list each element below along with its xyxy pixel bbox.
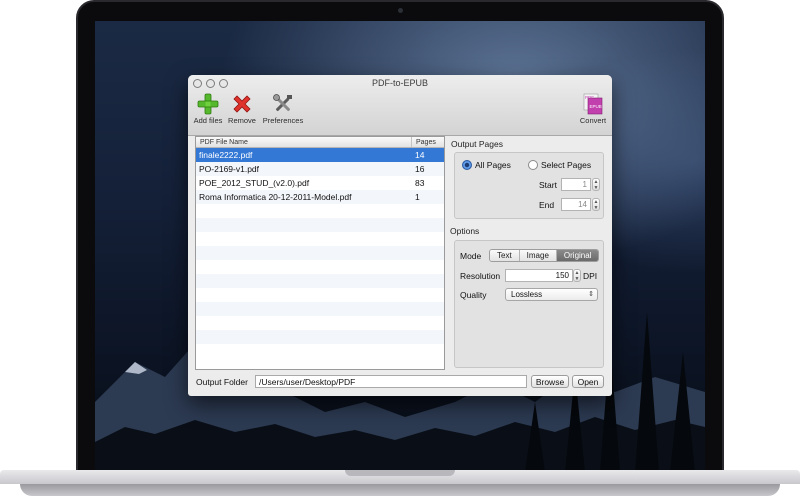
end-page-input[interactable]: 14: [561, 198, 591, 211]
all-pages-label: All Pages: [475, 160, 511, 170]
mode-image-segment[interactable]: Image: [519, 250, 557, 261]
plus-icon: [197, 93, 219, 115]
remove-label: Remove: [228, 116, 256, 125]
remove-button[interactable]: Remove: [227, 93, 257, 125]
output-pages-group: All Pages Select Pages Start 1 ▲ ▼ End 14…: [454, 152, 604, 219]
empty-table-row: [196, 316, 444, 330]
column-header-pages[interactable]: Pages: [412, 137, 444, 147]
table-row[interactable]: finale2222.pdf 14: [196, 148, 444, 162]
empty-table-row: [196, 302, 444, 316]
empty-table-row: [196, 246, 444, 260]
options-group: Mode Text Image Original Resolution 150 …: [454, 240, 604, 368]
options-heading: Options: [450, 226, 480, 236]
end-label: End: [539, 200, 555, 210]
convert-icon-epub-text: EPUB: [590, 104, 602, 109]
file-name-cell: finale2222.pdf: [199, 150, 253, 160]
add-files-label: Add files: [193, 116, 223, 125]
mode-original-segment[interactable]: Original: [556, 250, 599, 261]
file-name-cell: Roma Informatica 20-12-2011-Model.pdf: [199, 192, 352, 202]
end-stepper[interactable]: ▲ ▼: [592, 198, 600, 211]
output-pages-heading: Output Pages: [451, 139, 503, 149]
app-window: PDF-to-EPUB Add files Remove Preferences: [188, 75, 612, 396]
camera-dot: [398, 8, 403, 13]
resolution-label: Resolution: [460, 271, 501, 281]
select-pages-radio[interactable]: Select Pages: [528, 160, 591, 170]
pages-cell: 14: [415, 150, 425, 160]
empty-table-row: [196, 260, 444, 274]
pdf-file-table[interactable]: PDF File Name Pages finale2222.pdf 14 PO…: [195, 136, 445, 370]
radio-unselected-icon: [528, 160, 538, 170]
column-header-file-name[interactable]: PDF File Name: [196, 137, 412, 147]
laptop-base: [0, 470, 800, 500]
empty-table-row: [196, 274, 444, 288]
quality-value: Lossless: [511, 290, 543, 299]
mode-text-segment[interactable]: Text: [490, 250, 520, 261]
table-header: PDF File Name Pages: [196, 137, 444, 148]
start-stepper[interactable]: ▲ ▼: [592, 178, 600, 191]
file-name-cell: POE_2012_STUD_(v2.0).pdf: [199, 178, 310, 188]
tools-icon: [273, 94, 292, 112]
dpi-unit-label: DPI: [583, 271, 598, 281]
pages-cell: 83: [415, 178, 425, 188]
open-button[interactable]: Open: [572, 375, 604, 388]
all-pages-radio[interactable]: All Pages: [462, 160, 511, 170]
convert-label: Convert: [579, 116, 607, 125]
start-page-input[interactable]: 1: [561, 178, 591, 191]
empty-table-row: [196, 330, 444, 344]
quality-select[interactable]: Lossless ⇕: [505, 288, 598, 301]
empty-table-row: [196, 218, 444, 232]
pdf-to-epub-icon: PDF EPUB: [583, 93, 603, 115]
file-name-cell: PO-2169-v1.pdf: [199, 164, 260, 174]
convert-button[interactable]: PDF EPUB Convert: [577, 93, 609, 125]
table-body: finale2222.pdf 14 PO-2169-v1.pdf 16 POE_…: [196, 148, 444, 344]
convert-icon-pdf-text: PDF: [585, 95, 594, 100]
mode-label: Mode: [460, 251, 482, 261]
empty-table-row: [196, 232, 444, 246]
quality-label: Quality: [460, 290, 487, 300]
titlebar: PDF-to-EPUB Add files Remove Preferences: [188, 75, 612, 136]
select-pages-label: Select Pages: [541, 160, 592, 170]
empty-table-row: [196, 288, 444, 302]
empty-table-row: [196, 204, 444, 218]
table-row[interactable]: Roma Informatica 20-12-2011-Model.pdf 1: [196, 190, 444, 204]
output-folder-input[interactable]: /Users/user/Desktop/PDF: [255, 375, 527, 388]
preferences-label: Preferences: [262, 116, 304, 125]
radio-selected-icon: [462, 160, 472, 170]
window-title: PDF-to-EPUB: [371, 78, 428, 88]
preferences-button[interactable]: Preferences: [262, 93, 304, 125]
pages-cell: 16: [415, 164, 425, 174]
resolution-stepper[interactable]: ▲ ▼: [573, 269, 581, 282]
red-x-icon: [233, 95, 251, 113]
resolution-input[interactable]: 150: [505, 269, 573, 282]
mode-segmented-control: Text Image Original: [489, 249, 600, 262]
start-label: Start: [539, 180, 557, 190]
updown-arrows-icon: ⇕: [588, 291, 594, 298]
table-row[interactable]: PO-2169-v1.pdf 16: [196, 162, 444, 176]
table-row[interactable]: POE_2012_STUD_(v2.0).pdf 83: [196, 176, 444, 190]
output-folder-label: Output Folder: [196, 377, 248, 387]
pages-cell: 1: [415, 192, 420, 202]
browse-button[interactable]: Browse: [531, 375, 569, 388]
add-files-button[interactable]: Add files: [192, 93, 224, 125]
